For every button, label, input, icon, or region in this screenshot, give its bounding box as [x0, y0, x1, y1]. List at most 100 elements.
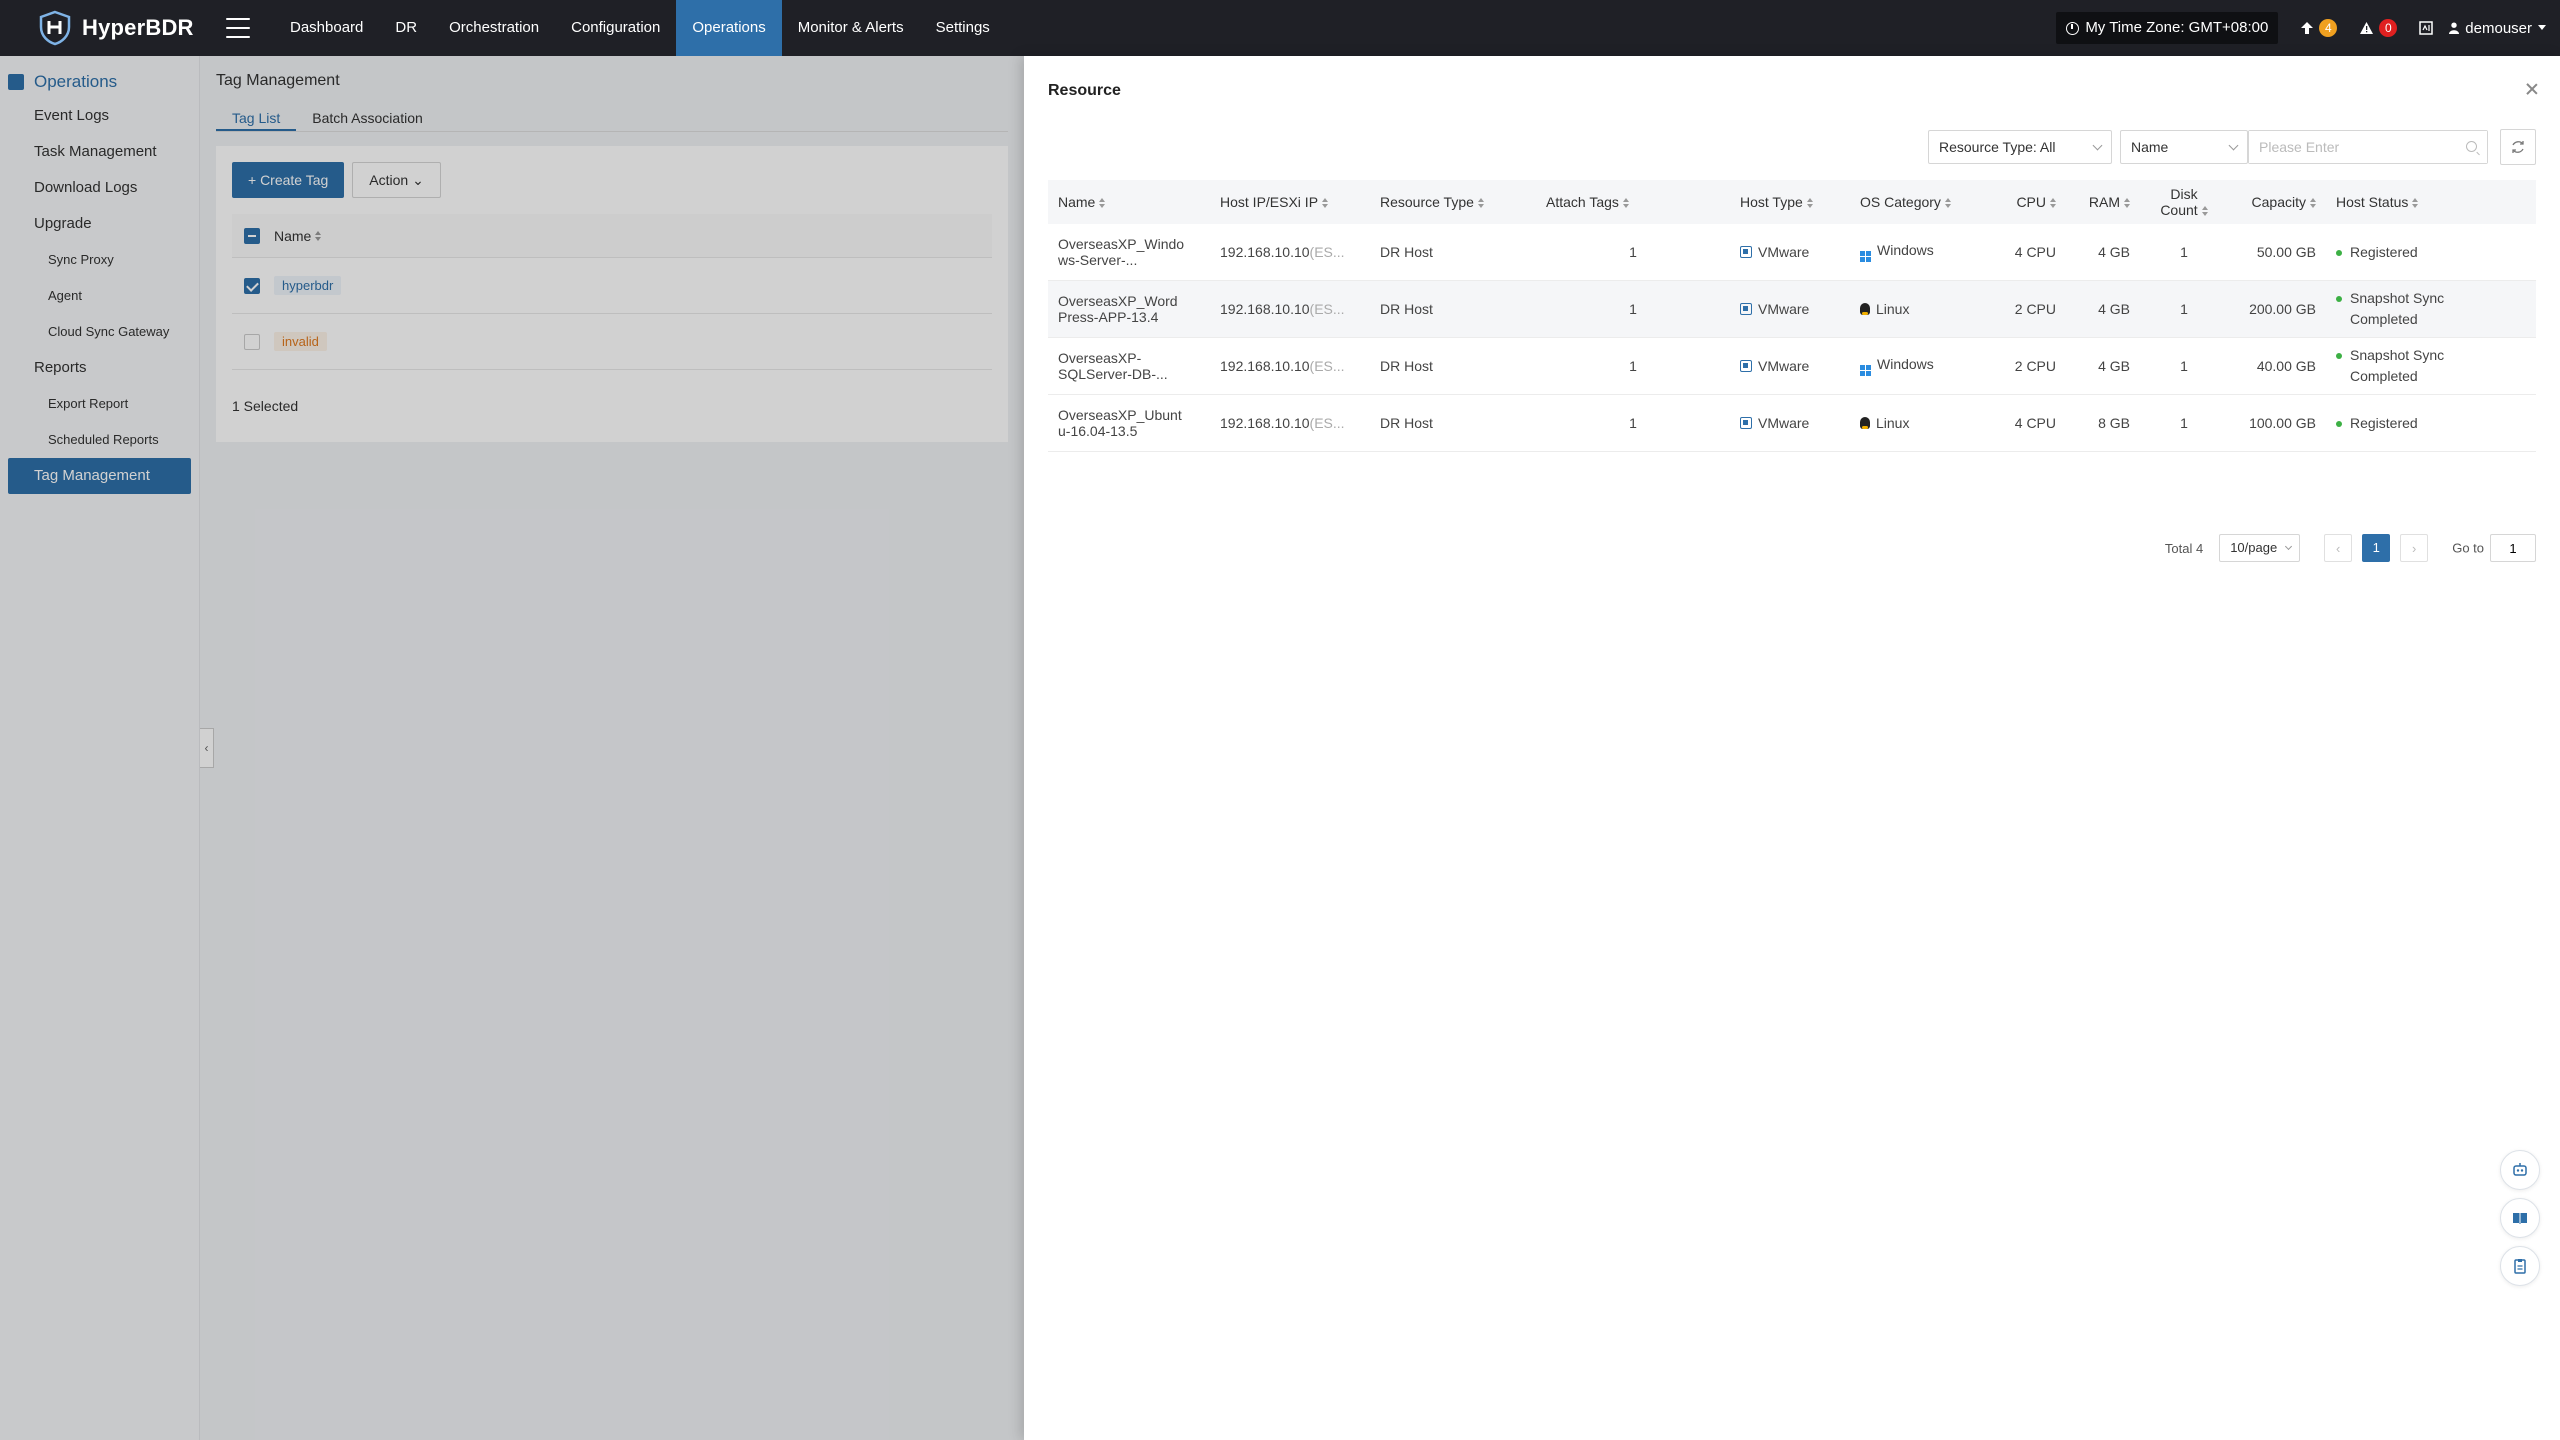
timezone-indicator[interactable]: My Time Zone: GMT+08:00: [2056, 12, 2279, 44]
col-capacity[interactable]: Capacity: [2228, 194, 2326, 210]
nav-monitor-alerts[interactable]: Monitor & Alerts: [782, 0, 920, 56]
host-type-value: VMware: [1758, 301, 1810, 317]
ip-value: 192.168.10.10: [1220, 415, 1310, 431]
sort-icon[interactable]: [2310, 198, 2316, 209]
nav-orchestration[interactable]: Orchestration: [433, 0, 555, 56]
ip-value: 192.168.10.10: [1220, 301, 1310, 317]
upgrade-notifications[interactable]: 4: [2300, 19, 2338, 37]
document-icon: [2419, 21, 2434, 35]
search-box: [2248, 130, 2488, 164]
table-row[interactable]: OverseasXP_Windo ws-Server-... 192.168.10…: [1048, 224, 2536, 281]
sort-icon[interactable]: [2050, 198, 2056, 209]
name-line: SQLServer-DB-...: [1058, 366, 1168, 382]
prev-page-button[interactable]: ‹: [2324, 534, 2353, 562]
nav-dr[interactable]: DR: [379, 0, 433, 56]
cell-disk-count: 1: [2180, 244, 2188, 260]
col-label: Disk Count: [2160, 186, 2198, 218]
chevron-down-icon: [2092, 140, 2103, 151]
alert-badge: 0: [2379, 19, 2398, 37]
cell-capacity: 40.00 GB: [2256, 358, 2316, 374]
vmware-icon: [1740, 246, 1752, 258]
status-line: Registered: [2350, 414, 2418, 431]
sort-icon[interactable]: [2201, 206, 2208, 217]
sort-icon[interactable]: [1806, 198, 1813, 209]
chevron-left-icon: ‹: [2336, 540, 2341, 556]
col-name[interactable]: Name: [1048, 194, 1210, 210]
sort-icon[interactable]: [1099, 198, 1106, 209]
col-host-type[interactable]: Host Type: [1730, 194, 1850, 210]
table-row[interactable]: OverseasXP_Word Press-APP-13.4 192.168.10…: [1048, 281, 2536, 338]
ip-value: 192.168.10.10: [1220, 244, 1310, 260]
assistant-button[interactable]: [2500, 1150, 2540, 1190]
nav-settings[interactable]: Settings: [920, 0, 1006, 56]
cell-disk-count: 1: [2180, 358, 2188, 374]
sort-icon[interactable]: [1477, 198, 1484, 209]
col-host-status[interactable]: Host Status: [2326, 194, 2486, 210]
col-label: Name: [1058, 194, 1096, 210]
linux-icon: [1860, 417, 1870, 429]
manual-button[interactable]: [2500, 1198, 2540, 1238]
app-name: HyperBDR: [82, 15, 194, 40]
close-icon[interactable]: [2522, 80, 2542, 100]
clock-icon: [2066, 21, 2080, 35]
resource-table: Name Host IP/ESXi IP Resource Type Attac…: [1048, 180, 2536, 452]
alert-notifications[interactable]: 0: [2359, 19, 2398, 37]
col-label: OS Category: [1860, 194, 1941, 210]
col-host-ip[interactable]: Host IP/ESXi IP: [1210, 194, 1370, 210]
windows-icon: [1860, 251, 1871, 262]
sort-icon[interactable]: [2124, 198, 2130, 209]
search-input[interactable]: [2249, 131, 2487, 163]
book-icon: [2513, 1213, 2527, 1224]
cell-host-status: Registered: [2326, 242, 2486, 263]
col-label: CPU: [2016, 194, 2046, 210]
sort-icon[interactable]: [2412, 198, 2419, 209]
app-logo[interactable]: HyperBDR: [36, 9, 196, 47]
goto-page-input[interactable]: [2490, 534, 2536, 562]
table-row[interactable]: OverseasXP- SQLServer-DB-... 192.168.10.1…: [1048, 338, 2536, 395]
cell-cpu: 2 CPU: [2014, 301, 2056, 317]
col-attach-tags[interactable]: Attach Tags: [1536, 194, 1730, 210]
goto-page: Go to: [2452, 534, 2536, 562]
cell-ram: 8 GB: [2098, 415, 2130, 431]
cell-os: Windows: [1850, 242, 1968, 262]
col-ram[interactable]: RAM: [2066, 194, 2140, 210]
cell-os: Linux: [1850, 301, 1968, 317]
os-value: Linux: [1876, 415, 1910, 431]
cell-capacity: 100.00 GB: [2249, 415, 2316, 431]
col-disk-count[interactable]: Disk Count: [2140, 186, 2228, 218]
cell-attach-tags: 1: [1629, 415, 1637, 431]
nav-operations[interactable]: Operations: [676, 0, 782, 56]
col-cpu[interactable]: CPU: [1968, 194, 2066, 210]
cell-ram: 4 GB: [2098, 244, 2130, 260]
total-count: Total 4: [2164, 540, 2204, 556]
name-line: u-16.04-13.5: [1058, 423, 1138, 439]
sort-icon[interactable]: [1322, 198, 1329, 209]
search-field-select[interactable]: Name: [2120, 130, 2248, 164]
menu-toggle-icon[interactable]: [226, 18, 250, 38]
status-dot: [2336, 249, 2342, 256]
table-header: Name Host IP/ESXi IP Resource Type Attac…: [1048, 180, 2536, 224]
sort-icon[interactable]: [1622, 198, 1629, 209]
nav-dashboard[interactable]: Dashboard: [274, 0, 379, 56]
col-os-category[interactable]: OS Category: [1850, 194, 1968, 210]
os-value: Windows: [1877, 242, 1934, 258]
drawer-mask[interactable]: [0, 56, 1024, 1440]
sort-icon[interactable]: [1944, 198, 1951, 209]
search-icon[interactable]: [2466, 141, 2477, 152]
user-menu[interactable]: demouser: [2449, 20, 2546, 37]
clipboard-button[interactable]: [2500, 1246, 2540, 1286]
page-size-select[interactable]: 10/page: [2219, 534, 2301, 562]
status-line: Snapshot Sync: [2350, 347, 2445, 363]
cell-host-type: VMware: [1730, 358, 1850, 374]
refresh-button[interactable]: [2500, 129, 2536, 165]
cell-disk-count: 1: [2180, 301, 2188, 317]
col-label: Host Status: [2336, 194, 2409, 210]
resource-type-select[interactable]: Resource Type: All: [1928, 130, 2112, 164]
docs-button[interactable]: [2419, 21, 2434, 35]
nav-configuration[interactable]: Configuration: [555, 0, 676, 56]
next-page-button[interactable]: ›: [2400, 534, 2429, 562]
page-number-button[interactable]: 1: [2362, 534, 2391, 562]
table-row[interactable]: OverseasXP_Ubunt u-16.04-13.5 192.168.10.…: [1048, 395, 2536, 452]
col-resource-type[interactable]: Resource Type: [1370, 194, 1536, 210]
status-line: Completed: [2350, 311, 2418, 327]
